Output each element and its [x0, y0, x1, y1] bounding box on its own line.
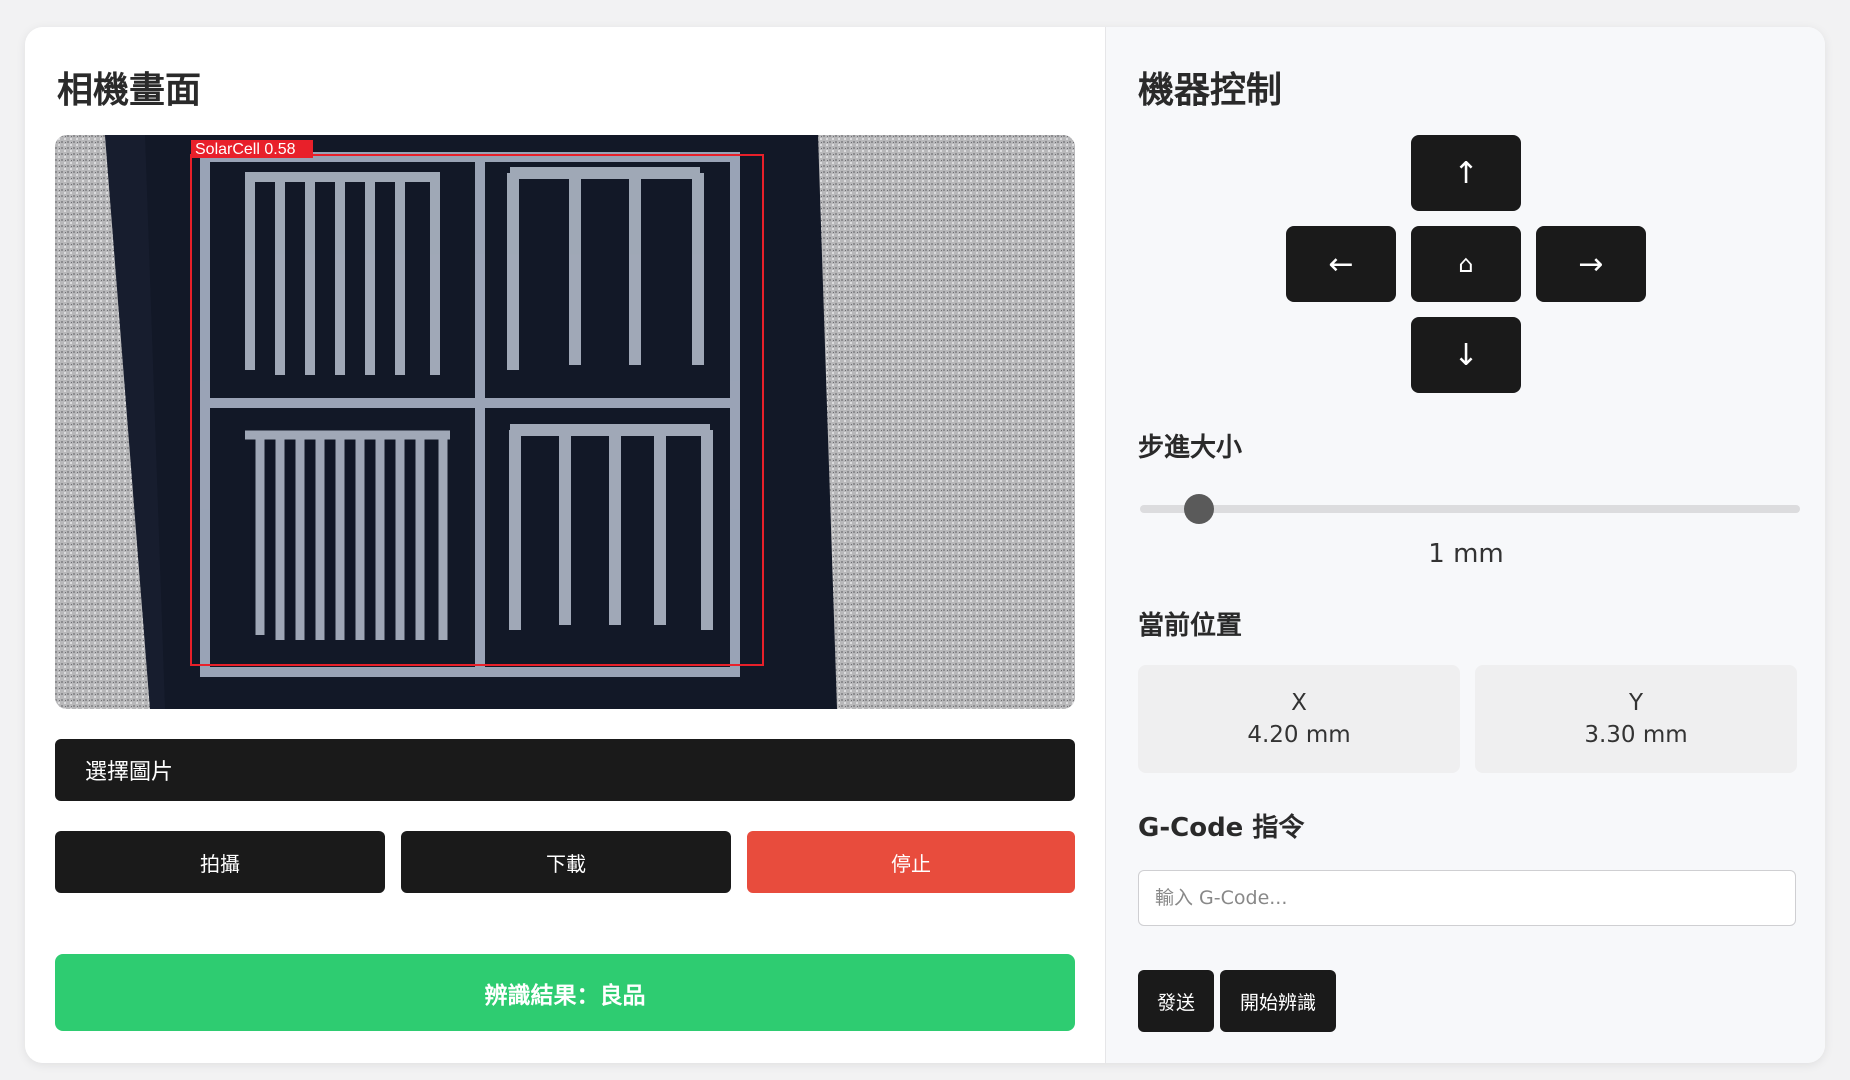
move-down-button[interactable]: ↓	[1411, 317, 1521, 393]
camera-actions: 拍攝 下載 停止	[55, 831, 1075, 893]
start-recognition-button[interactable]: 開始辨識	[1220, 970, 1336, 1032]
move-left-button[interactable]: ←	[1286, 226, 1396, 302]
select-image-button[interactable]: 選擇圖片	[55, 739, 1075, 801]
gcode-input[interactable]	[1138, 870, 1796, 926]
home-button[interactable]: ⌂	[1411, 226, 1521, 302]
position-y-value: 3.30 mm	[1584, 722, 1688, 748]
download-button[interactable]: 下載	[401, 831, 731, 893]
stop-button[interactable]: 停止	[747, 831, 1075, 893]
recognition-result: 辨識結果：良品	[55, 954, 1075, 1031]
camera-view: SolarCell 0.58	[55, 135, 1075, 709]
step-size-slider-thumb[interactable]	[1184, 494, 1215, 524]
control-panel-title: 機器控制	[1138, 70, 1283, 111]
arrow-up-icon: ↑	[1453, 155, 1479, 191]
position-x-value: 4.20 mm	[1247, 722, 1351, 748]
arrow-down-icon: ↓	[1453, 337, 1479, 373]
move-up-button[interactable]: ↑	[1411, 135, 1521, 211]
arrow-left-icon: ←	[1328, 246, 1354, 282]
send-button[interactable]: 發送	[1138, 970, 1214, 1032]
position-x-axis: X	[1291, 690, 1307, 716]
machine-control-panel: 機器控制 ↑ ← ⌂ → ↓ 步進大小 1 mm 當前位置 X 4.20 mm …	[1105, 27, 1825, 1063]
position-y-box: Y 3.30 mm	[1475, 665, 1797, 773]
step-size-slider-track[interactable]	[1140, 505, 1800, 513]
camera-panel-title: 相機畫面	[57, 70, 202, 111]
camera-panel: 相機畫面 SolarCell 0.58 選擇圖片 拍攝 下載 停止 辨識結果：良…	[25, 27, 1105, 1063]
capture-button[interactable]: 拍攝	[55, 831, 385, 893]
main-card: 相機畫面 SolarCell 0.58 選擇圖片 拍攝 下載 停止 辨識結果：良…	[25, 27, 1825, 1063]
current-position-label: 當前位置	[1138, 611, 1243, 641]
move-right-button[interactable]: →	[1536, 226, 1646, 302]
gcode-label: G-Code 指令	[1138, 813, 1305, 843]
position-y-axis: Y	[1628, 690, 1644, 716]
position-x-box: X 4.20 mm	[1138, 665, 1460, 773]
home-icon: ⌂	[1458, 250, 1474, 278]
detection-label: SolarCell 0.58	[195, 141, 296, 158]
arrow-right-icon: →	[1578, 246, 1604, 282]
camera-image: SolarCell 0.58	[55, 135, 1075, 709]
step-size-label: 步進大小	[1138, 433, 1243, 463]
step-size-value: 1 mm	[1428, 539, 1504, 569]
